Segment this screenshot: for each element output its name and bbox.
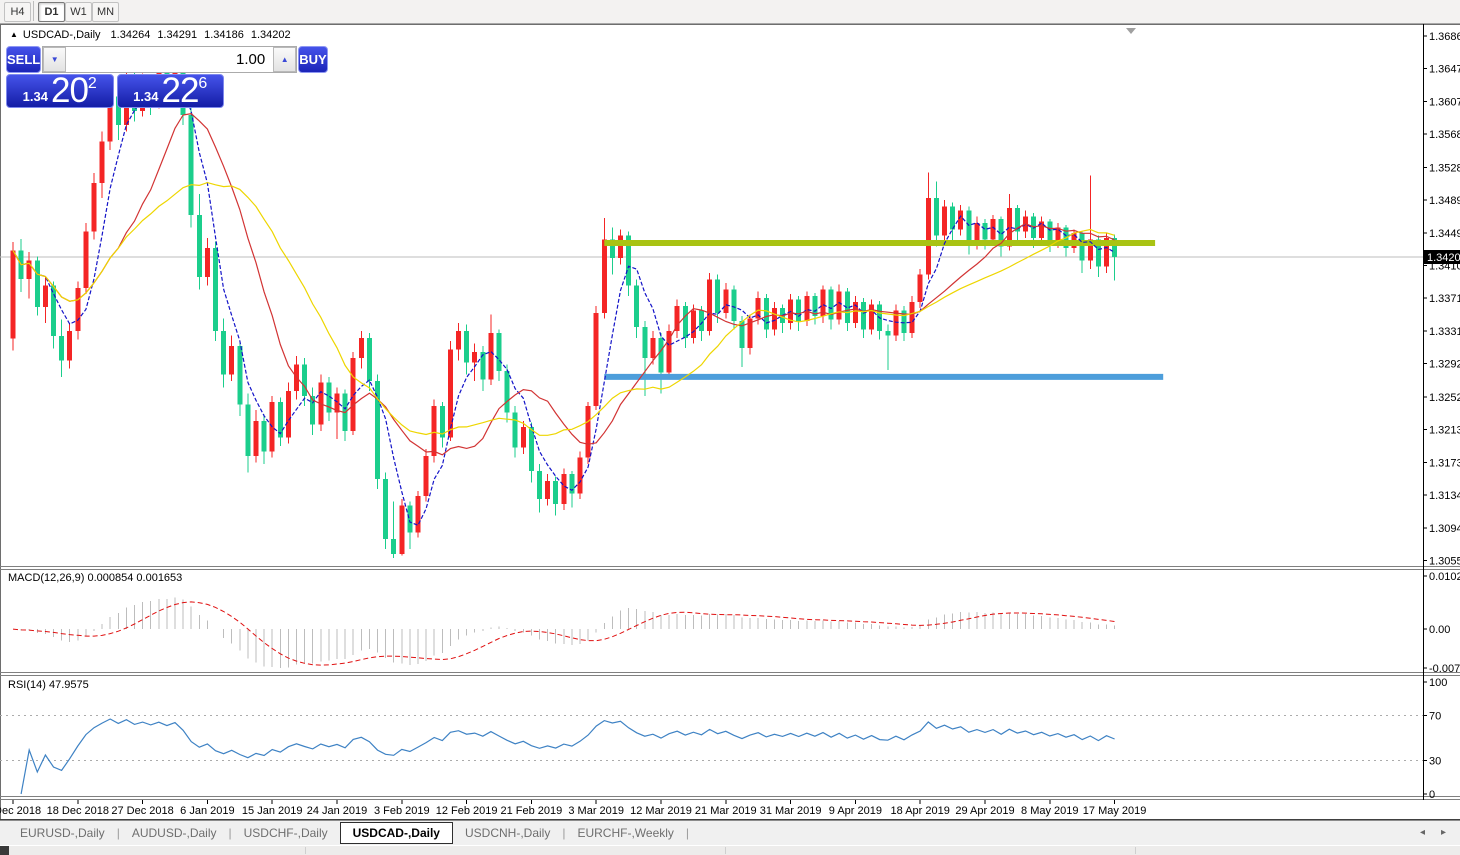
svg-text:3 Mar 2019: 3 Mar 2019 — [568, 805, 624, 817]
ohlc-close: 1.34202 — [251, 29, 291, 41]
tab-eurchf-weekly[interactable]: EURCHF-,Weekly — [565, 823, 685, 843]
timeframe-button-mn[interactable]: MN — [92, 2, 119, 22]
collapse-arrow-icon[interactable]: ▲ — [10, 30, 18, 39]
buy-price-big: 22 — [161, 75, 198, 106]
svg-text:100: 100 — [1429, 677, 1447, 689]
svg-text:1.36470: 1.36470 — [1429, 63, 1460, 75]
timeframe-button-h4[interactable]: H4 — [4, 2, 31, 22]
status-separator — [725, 847, 726, 854]
svg-text:6 Jan 2019: 6 Jan 2019 — [180, 805, 234, 817]
svg-text:1.36070: 1.36070 — [1429, 97, 1460, 109]
svg-text:15 Jan 2019: 15 Jan 2019 — [242, 805, 303, 817]
sell-price-big: 20 — [51, 75, 88, 106]
svg-text:24 Jan 2019: 24 Jan 2019 — [307, 805, 368, 817]
svg-text:-0.007477: -0.007477 — [1429, 663, 1460, 675]
svg-text:1.32920: 1.32920 — [1429, 359, 1460, 371]
svg-text:1.33710: 1.33710 — [1429, 293, 1460, 305]
bid-price-tag: 1.34202 — [1427, 252, 1460, 264]
sell-price-prefix: 1.34 — [23, 87, 48, 106]
mt4-terminal: { "toolbar": { "timeframes": [ {"label":… — [0, 0, 1460, 854]
timeframe-button-w1[interactable]: W1 — [65, 2, 92, 22]
svg-text:0.00: 0.00 — [1429, 624, 1450, 636]
svg-text:12 Mar 2019: 12 Mar 2019 — [630, 805, 692, 817]
svg-text:8 May 2019: 8 May 2019 — [1021, 805, 1078, 817]
tab-scroll-arrows: ◂ ▸ — [1420, 827, 1446, 838]
chart-area[interactable]: 1.368601.364701.360701.356801.352801.348… — [0, 24, 1460, 820]
toolbar-separator — [33, 1, 34, 21]
chart-tab-bar: EURUSD-,Daily | AUDUSD-,Daily | USDCHF-,… — [0, 820, 1460, 844]
macd-indicator-label: MACD(12,26,9) 0.000854 0.001653 — [8, 572, 182, 584]
volume-input[interactable] — [66, 47, 273, 72]
tab-audusd-daily[interactable]: AUDUSD-,Daily — [120, 823, 229, 843]
svg-text:1.30940: 1.30940 — [1429, 523, 1460, 535]
svg-text:31 Mar 2019: 31 Mar 2019 — [760, 805, 822, 817]
tab-usdcad-daily[interactable]: USDCAD-,Daily — [340, 822, 453, 844]
chart-symbol: USDCAD-,Daily — [23, 29, 101, 41]
volume-increase-button[interactable]: ▲ — [273, 47, 296, 72]
svg-text:21 Feb 2019: 21 Feb 2019 — [501, 805, 563, 817]
status-separator — [1135, 847, 1136, 854]
sell-price-sup: 2 — [88, 76, 97, 92]
timeframe-toolbar: H4 D1 W1 MN — [0, 0, 1460, 24]
tab-scroll-right-icon[interactable]: ▸ — [1441, 827, 1446, 838]
svg-text:1.30550: 1.30550 — [1429, 556, 1460, 568]
ohlc-low: 1.34186 — [204, 29, 244, 41]
svg-text:12 Feb 2019: 12 Feb 2019 — [436, 805, 498, 817]
one-click-trade-panel: SELL ▼ ▲ BUY 1.34 20 2 1.34 22 6 — [6, 46, 224, 108]
svg-text:29 Apr 2019: 29 Apr 2019 — [955, 805, 1014, 817]
svg-text:21 Mar 2019: 21 Mar 2019 — [695, 805, 757, 817]
svg-text:1.35280: 1.35280 — [1429, 162, 1460, 174]
svg-text:1.33310: 1.33310 — [1429, 326, 1460, 338]
tab-usdchf-daily[interactable]: USDCHF-,Daily — [232, 823, 340, 843]
svg-text:30: 30 — [1429, 755, 1441, 767]
svg-text:18 Dec 2018: 18 Dec 2018 — [47, 805, 109, 817]
volume-stepper: ▼ ▲ — [42, 46, 297, 73]
buy-price-sup: 6 — [198, 76, 207, 92]
svg-text:3 Feb 2019: 3 Feb 2019 — [374, 805, 430, 817]
chart-title: ▲ USDCAD-,Daily 1.34264 1.34291 1.34186 1.342… — [10, 29, 298, 41]
buy-price-box[interactable]: 1.34 22 6 — [117, 74, 225, 108]
tab-eurusd-daily[interactable]: EURUSD-,Daily — [8, 823, 117, 843]
buy-price-prefix: 1.34 — [133, 87, 158, 106]
timeframe-button-d1[interactable]: D1 — [38, 2, 65, 22]
svg-text:9 Dec 2018: 9 Dec 2018 — [0, 805, 41, 817]
svg-text:1.32130: 1.32130 — [1429, 424, 1460, 436]
svg-text:1.34490: 1.34490 — [1429, 228, 1460, 240]
svg-text:0.010229: 0.010229 — [1429, 571, 1460, 583]
ohlc-open: 1.34264 — [111, 29, 151, 41]
sell-button[interactable]: SELL — [6, 46, 41, 73]
svg-text:1.32520: 1.32520 — [1429, 392, 1460, 404]
rsi-indicator-label: RSI(14) 47.9575 — [8, 679, 89, 691]
tab-separator: | — [686, 826, 689, 840]
svg-text:1.31340: 1.31340 — [1429, 490, 1460, 502]
svg-text:18 Apr 2019: 18 Apr 2019 — [891, 805, 950, 817]
volume-decrease-button[interactable]: ▼ — [43, 47, 66, 72]
ohlc-high: 1.34291 — [157, 29, 197, 41]
svg-text:9 Apr 2019: 9 Apr 2019 — [829, 805, 882, 817]
tab-scroll-left-icon[interactable]: ◂ — [1420, 827, 1425, 838]
svg-text:1.34890: 1.34890 — [1429, 195, 1460, 207]
svg-text:17 May 2019: 17 May 2019 — [1083, 805, 1147, 817]
svg-text:1.36860: 1.36860 — [1429, 31, 1460, 43]
svg-text:0: 0 — [1429, 789, 1435, 801]
sell-price-box[interactable]: 1.34 20 2 — [6, 74, 114, 108]
status-separator — [305, 847, 306, 854]
tab-usdcnh-daily[interactable]: USDCNH-,Daily — [453, 823, 562, 843]
buy-button[interactable]: BUY — [298, 46, 327, 73]
svg-text:70: 70 — [1429, 711, 1441, 723]
svg-text:27 Dec 2018: 27 Dec 2018 — [111, 805, 173, 817]
svg-text:1.31730: 1.31730 — [1429, 458, 1460, 470]
svg-text:1.35680: 1.35680 — [1429, 129, 1460, 141]
